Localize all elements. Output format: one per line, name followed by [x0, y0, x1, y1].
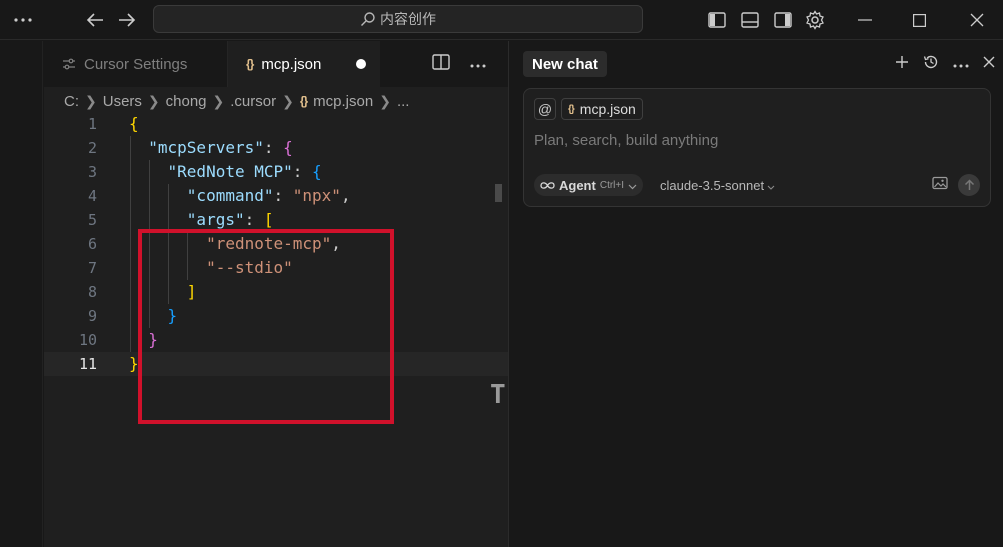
send-button[interactable] [958, 174, 980, 196]
plus-icon[interactable] [895, 55, 909, 74]
model-selector[interactable]: claude-3.5-sonnet [660, 175, 775, 195]
brace-token: { [283, 138, 293, 157]
forward-arrow-icon[interactable] [116, 0, 138, 40]
line-number: 4 [87, 187, 97, 205]
line-number: 2 [87, 139, 97, 157]
code-line: 1 { [44, 112, 508, 136]
chevron-right-icon: ❯ [147, 92, 160, 109]
line-number: 11 [78, 355, 97, 373]
maximize-icon[interactable] [908, 0, 930, 40]
search-text: 内容创作 [380, 11, 436, 27]
chevron-right-icon: ❯ [85, 92, 97, 109]
close-icon[interactable] [983, 55, 995, 73]
toggle-primary-sidebar-icon[interactable] [707, 0, 727, 40]
tab-label: mcp.json [261, 55, 322, 73]
code-line: 3 "RedNote MCP": { [44, 160, 508, 184]
mode-selector[interactable]: Agent Ctrl+I [534, 174, 644, 196]
breadcrumb-item[interactable]: ... [397, 93, 410, 110]
breadcrumb-item[interactable]: C: [64, 93, 79, 110]
code-line: 2 "mcpServers": { [44, 136, 508, 160]
chat-input[interactable]: Plan, search, build anything [534, 132, 718, 149]
new-chat-tab[interactable]: New chat [523, 51, 607, 77]
brace-token: { [312, 162, 322, 181]
chevron-right-icon: ❯ [379, 92, 391, 109]
command-center-search[interactable]: 内容创作 [153, 5, 643, 33]
tab-mcp-json[interactable]: {} mcp.json [228, 41, 380, 87]
editor-actions [380, 41, 508, 87]
tab-cursor-settings[interactable]: Cursor Settings [44, 41, 228, 87]
unsaved-dot-icon[interactable] [356, 59, 366, 69]
mode-shortcut: Ctrl+I [599, 179, 625, 191]
json-string-token: "npx" [292, 186, 341, 205]
toggle-panel-icon[interactable] [740, 0, 760, 40]
line-number: 5 [87, 211, 97, 229]
text-cursor-icon: T [490, 380, 506, 410]
title-bar: 内容创作 [0, 0, 1003, 40]
activity-bar [0, 41, 43, 547]
close-icon[interactable] [966, 0, 988, 40]
colon-token: : [244, 210, 264, 229]
json-key-token: "command" [186, 186, 274, 205]
search-icon [361, 12, 375, 26]
json-key-token: "args" [186, 210, 245, 229]
colon-token: : [263, 138, 284, 157]
back-arrow-icon[interactable] [84, 0, 106, 40]
line-number: 7 [87, 259, 97, 277]
comma-token: , [340, 186, 351, 205]
history-icon[interactable] [923, 54, 939, 75]
more-icon[interactable] [953, 55, 969, 73]
breadcrumb-item[interactable]: Users [103, 93, 142, 110]
breadcrumb-item[interactable]: .cursor [230, 93, 276, 110]
json-braces-icon: {} [568, 103, 575, 115]
editor-area: Cursor Settings {} mcp.json C: ❯ Users ❯… [44, 41, 508, 547]
more-actions-icon[interactable] [470, 55, 486, 73]
chat-panel: New chat @ {} mcp.json Plan, search, bui… [509, 41, 1003, 547]
infinity-icon [540, 178, 555, 193]
chat-composer[interactable]: @ {} mcp.json Plan, search, build anythi… [523, 88, 991, 207]
line-number: 10 [78, 331, 97, 349]
split-editor-icon[interactable] [432, 53, 450, 75]
annotation-highlight-box [138, 229, 394, 424]
colon-token: : [273, 186, 293, 205]
add-context-button[interactable]: @ [534, 98, 556, 120]
settings-sliders-icon [63, 58, 75, 70]
json-braces-icon: {} [246, 57, 254, 71]
tab-label: Cursor Settings [84, 55, 188, 73]
line-number: 8 [87, 283, 97, 301]
arrow-up-icon [964, 179, 974, 190]
breadcrumb-item[interactable]: mcp.json [313, 93, 373, 110]
code-editor[interactable]: 1 { 2 "mcpServers": { 3 "RedNote MCP": {… [44, 112, 508, 542]
line-number: 1 [87, 115, 97, 133]
breadcrumb: C: ❯ Users ❯ chong ❯ .cursor ❯ {} mcp.js… [44, 89, 409, 113]
chevron-right-icon: ❯ [212, 92, 225, 109]
json-key-token: "mcpServers" [148, 138, 264, 157]
line-number: 6 [87, 235, 97, 253]
bracket-token: [ [263, 210, 274, 229]
context-file-chip[interactable]: {} mcp.json [561, 98, 643, 120]
line-number: 9 [87, 307, 97, 325]
editor-tab-strip: Cursor Settings {} mcp.json [44, 41, 508, 87]
context-file-label: mcp.json [579, 101, 636, 117]
json-braces-icon: {} [299, 94, 308, 108]
breadcrumb-item[interactable]: chong [166, 93, 207, 110]
json-key-token: "RedNote MCP" [167, 162, 293, 181]
colon-token: : [292, 162, 313, 181]
more-icon[interactable] [10, 0, 36, 40]
editor-scrollbar[interactable] [495, 184, 502, 202]
line-number: 3 [87, 163, 97, 181]
model-label: claude-3.5-sonnet [660, 177, 765, 193]
toggle-secondary-sidebar-icon[interactable] [773, 0, 793, 40]
image-attach-icon[interactable] [932, 176, 948, 195]
minimize-icon[interactable] [854, 0, 876, 40]
chevron-right-icon: ❯ [282, 92, 294, 109]
settings-gear-icon[interactable] [804, 0, 826, 40]
chevron-down-icon [767, 178, 775, 193]
chat-actions [895, 51, 995, 77]
code-line: 4 "command": "npx", [44, 184, 508, 208]
brace-token: { [129, 114, 139, 133]
chevron-down-icon [628, 178, 637, 193]
mode-label: Agent [559, 177, 596, 193]
